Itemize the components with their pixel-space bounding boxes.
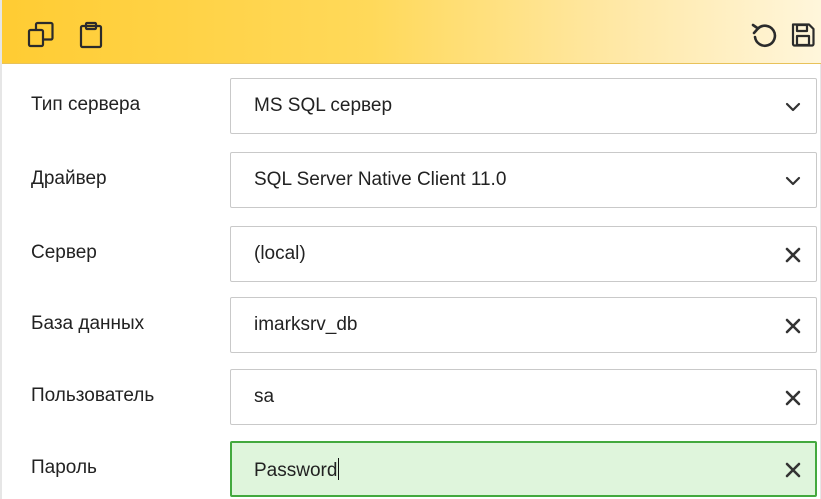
driver-label: Драйвер: [31, 168, 107, 189]
server-row: Сервер (local): [2, 226, 821, 282]
save-icon: [791, 23, 815, 47]
chevron-down-icon[interactable]: [782, 170, 804, 192]
database-label: База данных: [31, 313, 145, 334]
driver-value: SQL Server Native Client 11.0: [254, 169, 507, 190]
server-input[interactable]: (local): [230, 226, 817, 282]
copy-button[interactable]: [26, 20, 56, 50]
server-type-label: Тип сервера: [31, 94, 141, 115]
password-row: Пароль Password: [2, 441, 821, 497]
user-row: Пользователь sa: [2, 369, 821, 425]
password-text: Password: [254, 458, 340, 482]
text-cursor: [338, 458, 340, 480]
paste-icon: [79, 21, 103, 49]
connection-settings-panel: Тип сервера MS SQL сервер Драйвер SQL Se…: [0, 0, 821, 499]
server-type-row: Тип сервера MS SQL сервер: [2, 78, 821, 134]
clear-icon[interactable]: [782, 244, 804, 266]
chevron-down-icon[interactable]: [782, 96, 804, 118]
database-value: imarksrv_db: [254, 314, 358, 335]
server-type-select[interactable]: MS SQL сервер: [230, 78, 817, 134]
database-input[interactable]: imarksrv_db: [230, 297, 817, 353]
toolbar: [2, 0, 821, 64]
user-label: Пользователь: [31, 385, 155, 406]
clear-icon[interactable]: [782, 459, 804, 481]
undo-button[interactable]: [749, 20, 779, 50]
server-value: (local): [254, 243, 306, 264]
clear-icon[interactable]: [782, 315, 804, 337]
driver-row: Драйвер SQL Server Native Client 11.0: [2, 152, 821, 208]
save-button[interactable]: [788, 20, 818, 50]
user-input[interactable]: sa: [230, 369, 817, 425]
password-value: Password: [254, 460, 338, 481]
copy-icon: [27, 21, 54, 48]
undo-icon: [751, 23, 777, 47]
database-row: База данных imarksrv_db: [2, 297, 821, 353]
paste-button[interactable]: [76, 20, 106, 50]
server-label: Сервер: [31, 242, 97, 263]
driver-select[interactable]: SQL Server Native Client 11.0: [230, 152, 817, 208]
clear-icon[interactable]: [782, 387, 804, 409]
user-value: sa: [254, 386, 275, 407]
password-label: Пароль: [31, 457, 97, 478]
server-type-value: MS SQL сервер: [254, 95, 393, 116]
password-input[interactable]: Password: [230, 441, 817, 497]
